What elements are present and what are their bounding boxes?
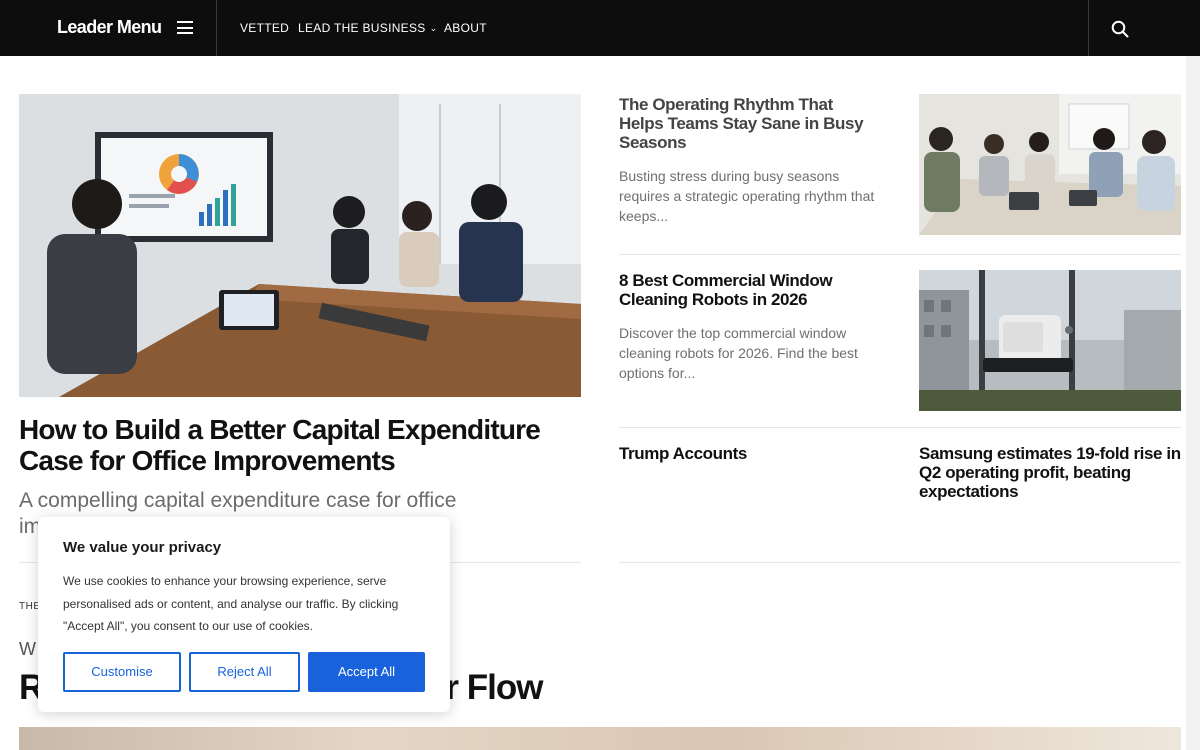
header-divider [216,0,217,56]
featured-title[interactable]: How to Build a Better Capital Expenditur… [19,414,579,476]
article-image-operating-rhythm[interactable] [919,94,1181,235]
article-title-operating-rhythm[interactable]: The Operating Rhythm That Helps Teams St… [619,95,879,152]
accept-all-button[interactable]: Accept All [308,652,425,692]
nav-lead-the-business-label: LEAD THE BUSINESS [298,21,426,35]
reject-all-button[interactable]: Reject All [189,652,300,692]
header-divider-right [1088,0,1089,56]
article-title-samsung[interactable]: Samsung estimates 19-fold rise in Q2 ope… [919,444,1181,501]
site-header: Leader Menu VETTED LEAD THE BUSINESS ⌄ AB… [0,0,1200,56]
section-subtitle: W [19,639,36,659]
nav-vetted[interactable]: VETTED [240,21,289,35]
article-excerpt-window-robots: Discover the top commercial window clean… [619,325,858,381]
brand-logo[interactable]: Leader Menu [57,17,162,38]
nav-lead-the-business[interactable]: LEAD THE BUSINESS ⌄ [298,21,437,35]
nav-about[interactable]: ABOUT [444,21,487,35]
featured-excerpt-line1: A compelling capital expenditure case fo… [19,489,457,512]
article-image-window-robots[interactable] [919,270,1181,411]
cookie-body: We use cookies to enhance your browsing … [63,574,399,633]
divider [619,254,1181,255]
featured-image[interactable] [19,94,581,397]
section-image[interactable] [19,727,1181,750]
article-title-trump-accounts[interactable]: Trump Accounts [619,444,879,463]
divider [619,562,1181,563]
customise-button[interactable]: Customise [63,652,181,692]
search-icon[interactable] [1111,20,1129,38]
chevron-down-icon: ⌄ [429,23,438,33]
cookie-banner: We value your privacy We use cookies to … [38,517,450,712]
divider [619,427,1181,428]
scrollbar[interactable] [1186,56,1200,750]
cookie-title: We value your privacy [63,539,222,556]
article-title-window-robots[interactable]: 8 Best Commercial Window Cleaning Robots… [619,271,879,309]
article-excerpt-operating-rhythm: Busting stress during busy seasons requi… [619,168,875,224]
hamburger-icon[interactable] [177,21,193,34]
